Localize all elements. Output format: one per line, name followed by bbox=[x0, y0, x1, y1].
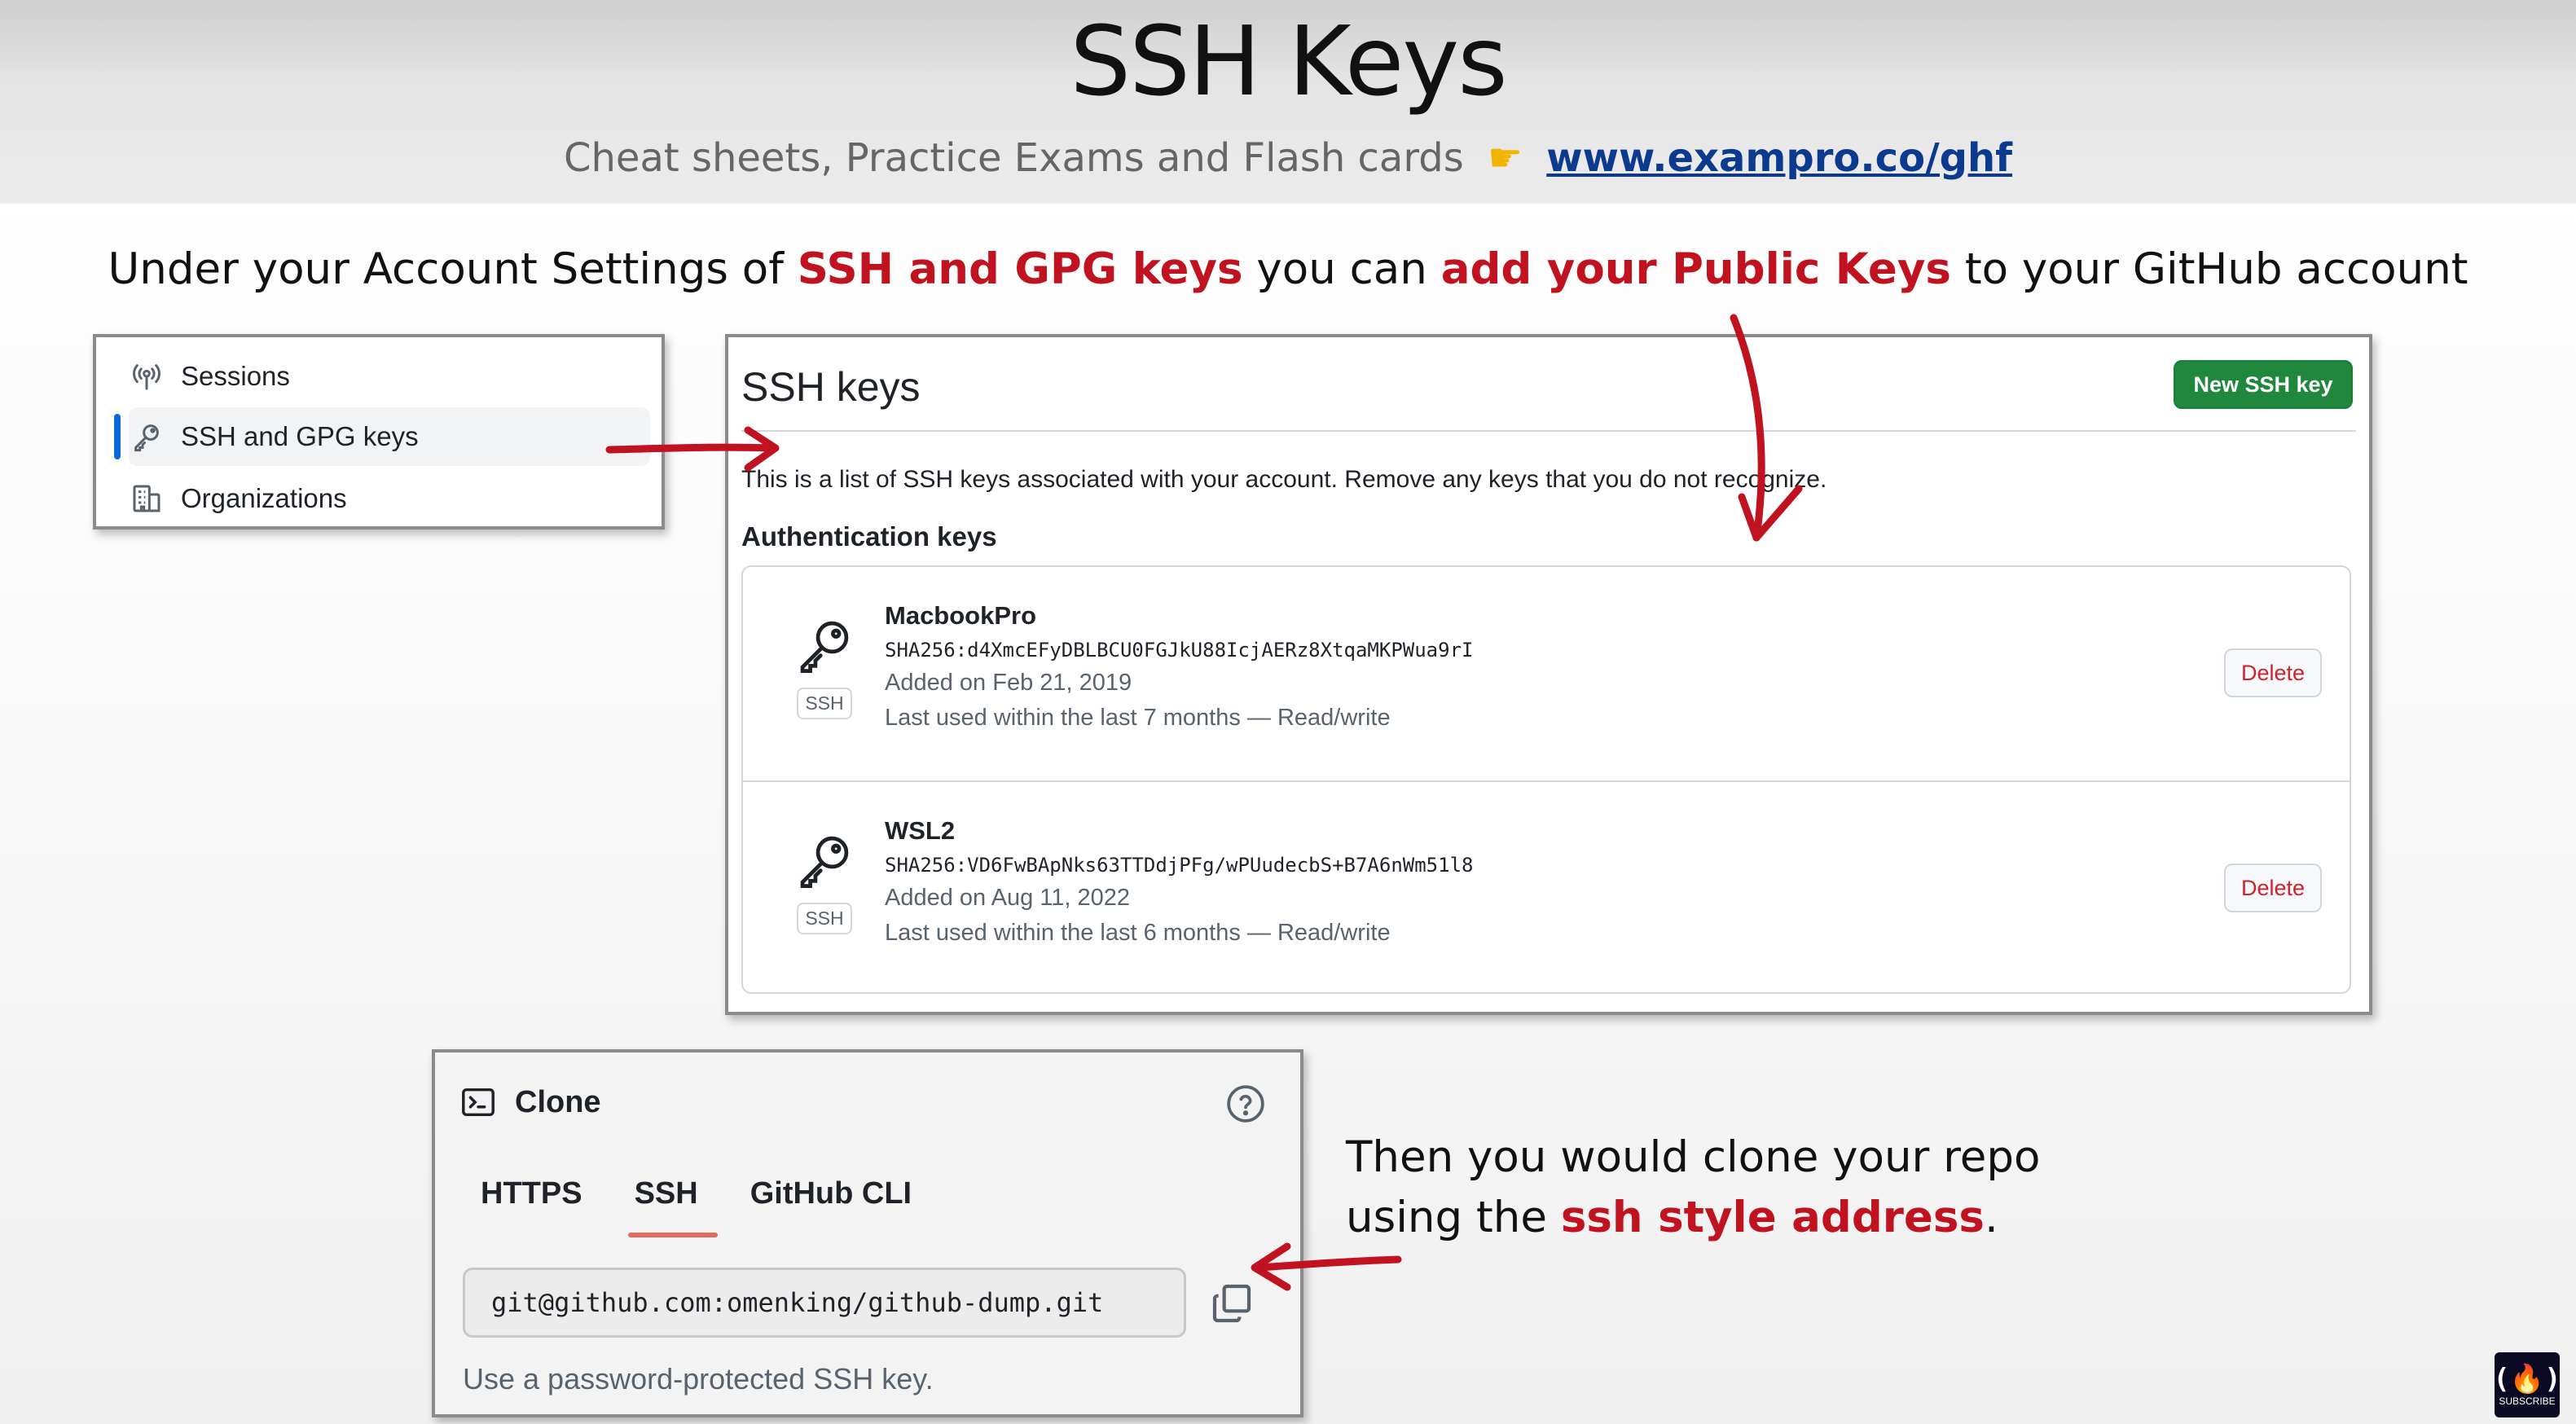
explain-prefix: using the bbox=[1346, 1193, 1561, 1242]
key-added-date: Added on Feb 21, 2019 bbox=[885, 670, 1132, 696]
slide-title: SSH Keys bbox=[1070, 5, 1507, 117]
active-indicator bbox=[114, 414, 121, 459]
new-ssh-key-button[interactable]: New SSH key bbox=[2174, 360, 2353, 409]
key-type: SSH bbox=[792, 829, 857, 934]
clone-explanation: Then you would clone your repo using the… bbox=[1346, 1127, 2040, 1248]
sidebar-item-organizations[interactable]: Organizations bbox=[129, 469, 650, 528]
ssh-badge: SSH bbox=[797, 903, 852, 934]
ssh-keys-description: This is a list of SSH keys associated wi… bbox=[741, 466, 1827, 493]
freecodecamp-logo[interactable]: (🔥) SUBSCRIBE bbox=[2493, 1352, 2561, 1417]
ssh-badge: SSH bbox=[797, 688, 852, 719]
key-icon bbox=[129, 419, 165, 455]
promo-link[interactable]: www.exampro.co/ghf bbox=[1546, 135, 2012, 181]
clone-tabs: HTTPS SSH GitHub CLI bbox=[481, 1176, 964, 1237]
caption-highlight-public-keys: add your Public Keys bbox=[1440, 244, 1951, 294]
explain-highlight: ssh style address bbox=[1560, 1193, 1985, 1242]
delete-key-button[interactable]: Delete bbox=[2224, 648, 2322, 697]
tab-ssh[interactable]: SSH bbox=[627, 1176, 718, 1237]
terminal-icon bbox=[459, 1083, 497, 1121]
sidebar-item-label: Organizations bbox=[181, 483, 347, 513]
key-type: SSH bbox=[792, 614, 857, 719]
explain-suffix: . bbox=[1984, 1193, 1998, 1242]
caption-text-3: to your GitHub account bbox=[1950, 244, 2468, 294]
ssh-keys-panel: SSH keys New SSH key This is a list of S… bbox=[725, 334, 2372, 1015]
key-details: MacbookPro SHA256:d4XmcEFyDBLBCU0FGJkU88… bbox=[885, 601, 1473, 740]
logo-mark: (🔥) bbox=[2493, 1363, 2561, 1395]
tab-https[interactable]: HTTPS bbox=[481, 1176, 582, 1237]
caption-text-1: Under your Account Settings of bbox=[108, 244, 798, 294]
ssh-key-row: SSH MacbookPro SHA256:d4XmcEFyDBLBCU0FGJ… bbox=[743, 567, 2350, 780]
sidebar-item-sessions[interactable]: Sessions bbox=[129, 347, 650, 406]
clone-title-label: Clone bbox=[515, 1084, 601, 1119]
subscribe-label: SUBSCRIBE bbox=[2499, 1395, 2556, 1407]
copy-icon[interactable] bbox=[1209, 1281, 1255, 1326]
question-icon[interactable] bbox=[1225, 1083, 1266, 1124]
promo-text: Cheat sheets, Practice Exams and Flash c… bbox=[563, 135, 1464, 181]
pointing-hand-icon: ☛ bbox=[1487, 135, 1523, 181]
authentication-keys-heading: Authentication keys bbox=[741, 521, 997, 552]
key-name: MacbookPro bbox=[885, 601, 1037, 630]
delete-key-button[interactable]: Delete bbox=[2224, 864, 2322, 912]
caption: Under your Account Settings of SSH and G… bbox=[0, 244, 2576, 294]
key-name: WSL2 bbox=[885, 816, 956, 845]
sidebar-item-label: SSH and GPG keys bbox=[181, 421, 419, 451]
key-last-used: Last used within the last 6 months — Rea… bbox=[885, 920, 1391, 946]
sidebar-item-label: Sessions bbox=[181, 361, 290, 391]
clone-note: Use a password-protected SSH key. bbox=[463, 1362, 934, 1395]
organization-icon bbox=[129, 481, 165, 516]
clone-title: Clone bbox=[459, 1083, 601, 1121]
sidebar-item-ssh-gpg-keys[interactable]: SSH and GPG keys bbox=[129, 407, 650, 466]
explain-line-1: Then you would clone your repo bbox=[1346, 1132, 2041, 1182]
broadcast-icon bbox=[129, 358, 165, 394]
explain-line-2: using the ssh style address. bbox=[1346, 1188, 2040, 1248]
key-added-date: Added on Aug 11, 2022 bbox=[885, 885, 1131, 911]
promo-line: Cheat sheets, Practice Exams and Flash c… bbox=[0, 135, 2576, 181]
settings-sidebar: Sessions SSH and GPG keys Organizations bbox=[93, 334, 665, 530]
key-fingerprint: SHA256:d4XmcEFyDBLBCU0FGJkU88IcjAERz8Xtq… bbox=[885, 639, 1474, 661]
key-icon bbox=[800, 621, 849, 674]
ssh-key-row: SSH WSL2 SHA256:VD6FwBApNks63TTDdjPFg/wP… bbox=[743, 780, 2350, 994]
ssh-keys-heading: SSH keys bbox=[741, 364, 921, 410]
caption-text-2: you can bbox=[1242, 244, 1441, 294]
divider bbox=[741, 430, 2356, 432]
key-icon bbox=[800, 836, 849, 889]
ssh-key-list: SSH MacbookPro SHA256:d4XmcEFyDBLBCU0FGJ… bbox=[741, 565, 2351, 994]
key-fingerprint: SHA256:VD6FwBApNks63TTDdjPFg/wPUudecbS+B… bbox=[885, 854, 1474, 877]
clone-url-field[interactable]: git@github.com:omenking/github-dump.git bbox=[463, 1268, 1186, 1338]
key-last-used: Last used within the last 7 months — Rea… bbox=[885, 705, 1391, 731]
caption-highlight-ssh-gpg: SSH and GPG keys bbox=[797, 244, 1243, 294]
clone-panel: Clone HTTPS SSH GitHub CLI git@github.co… bbox=[432, 1049, 1303, 1417]
tab-github-cli[interactable]: GitHub CLI bbox=[750, 1176, 912, 1237]
key-details: WSL2 SHA256:VD6FwBApNks63TTDdjPFg/wPUude… bbox=[885, 816, 1473, 955]
